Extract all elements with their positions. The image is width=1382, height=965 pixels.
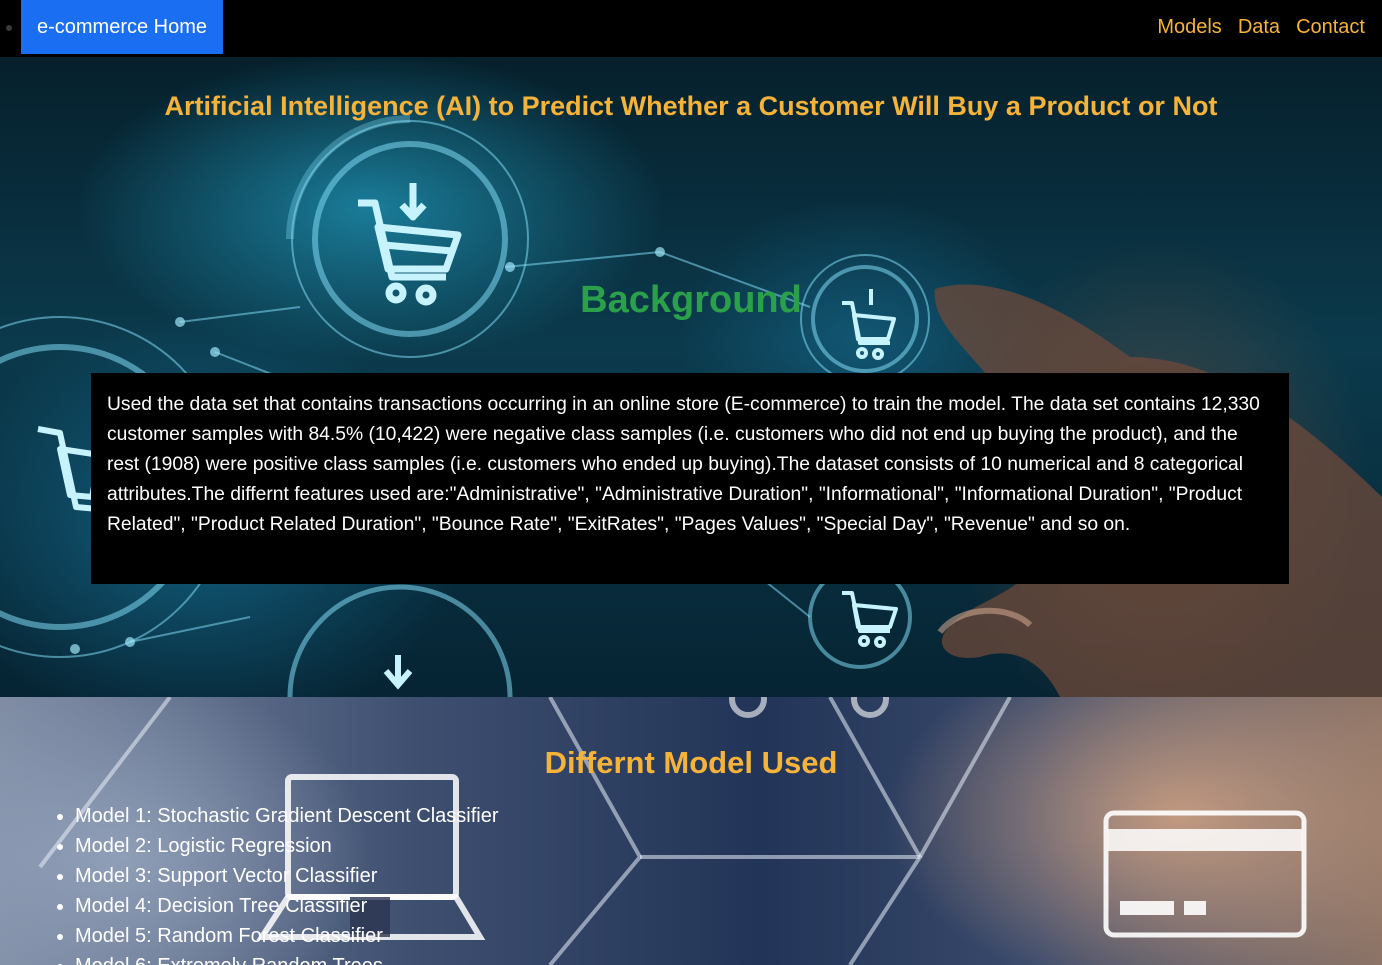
models-section: Differnt Model Used Model 1: Stochastic …: [0, 697, 1382, 965]
list-item: Model 3: Support Vector Classifier: [75, 861, 499, 891]
top-navbar: e-commerce Home Models Data Contact: [0, 0, 1382, 57]
nav-bullet: [6, 25, 12, 31]
nav-link-models[interactable]: Models: [1157, 16, 1221, 39]
list-item: Model 1: Stochastic Gradient Descent Cla…: [75, 801, 499, 831]
list-item: Model 6: Extremely Random Trees: [75, 951, 499, 965]
nav-links: Models Data Contact: [1157, 0, 1365, 54]
model-list: Model 1: Stochastic Gradient Descent Cla…: [75, 801, 499, 965]
arrow-down-icon: [383, 655, 413, 690]
nav-link-data[interactable]: Data: [1238, 16, 1280, 39]
background-description: Used the data set that contains transact…: [91, 373, 1289, 584]
page-title: Artificial Intelligence (AI) to Predict …: [164, 91, 1218, 121]
list-item: Model 5: Random Forest Classifier: [75, 921, 499, 951]
shopping-cart-icon: [842, 591, 898, 648]
nav-link-contact[interactable]: Contact: [1296, 16, 1365, 39]
background-heading: Background: [580, 279, 802, 321]
models-heading: Differnt Model Used: [544, 745, 838, 780]
list-item: Model 2: Logistic Regression: [75, 831, 499, 861]
home-button[interactable]: e-commerce Home: [21, 0, 223, 54]
background-text: Used the data set that contains transact…: [107, 394, 1260, 535]
hero-section: Artificial Intelligence (AI) to Predict …: [0, 57, 1382, 697]
list-item: Model 4: Decision Tree Classifier: [75, 891, 499, 921]
credit-card-icon: [1103, 810, 1307, 938]
